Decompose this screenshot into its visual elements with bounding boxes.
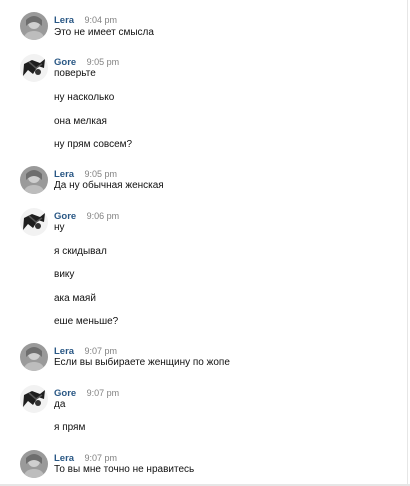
message-time[interactable]: 9:07 pm [85,453,118,463]
avatar-lera[interactable] [20,12,48,40]
avatar-lera-image [20,166,48,194]
avatar-lera-image [20,12,48,40]
message-text: Это не имеет смысла [54,27,154,38]
message-time[interactable]: 9:06 pm [87,211,120,221]
message-time[interactable]: 9:05 pm [85,169,118,179]
avatar-gore[interactable] [20,385,48,413]
chat-history: Lera 9:04 pm Это не имеет смысла Gore 9:… [0,0,410,486]
message-time[interactable]: 9:04 pm [85,15,118,25]
message-text: ну насколько [54,92,115,103]
message-text: ака маяй [54,293,96,304]
avatar-gore-image [20,54,48,82]
author-name[interactable]: Lera [54,15,74,26]
message-text: Если вы выбираете женщину по жопе [54,357,230,368]
avatar-lera[interactable] [20,166,48,194]
avatar-lera[interactable] [20,343,48,371]
avatar-gore-image [20,208,48,236]
message-text: Да ну обычная женская [54,180,164,191]
message-text: еше меньше? [54,316,119,327]
message-text: ну [54,222,65,233]
avatar-lera-image [20,343,48,371]
message-text: вику [54,269,75,280]
message-time[interactable]: 9:07 pm [85,346,118,356]
message-text: поверьте [54,68,96,79]
message-text: ну прям совсем? [54,139,133,150]
message-text: я скидывал [54,246,107,257]
message-time[interactable]: 9:05 pm [87,57,120,67]
avatar-gore-image [20,385,48,413]
avatar-gore[interactable] [20,54,48,82]
message-text: она мелкая [54,116,107,127]
avatar-lera-image [20,450,48,478]
message-text: я прям [54,422,86,433]
message-text: да [54,399,66,410]
scrollbar-divider [407,0,408,486]
message-text: То вы мне точно не нравитесь [54,464,195,475]
avatar-lera[interactable] [20,450,48,478]
avatar-gore[interactable] [20,208,48,236]
message-time[interactable]: 9:07 pm [87,388,120,398]
